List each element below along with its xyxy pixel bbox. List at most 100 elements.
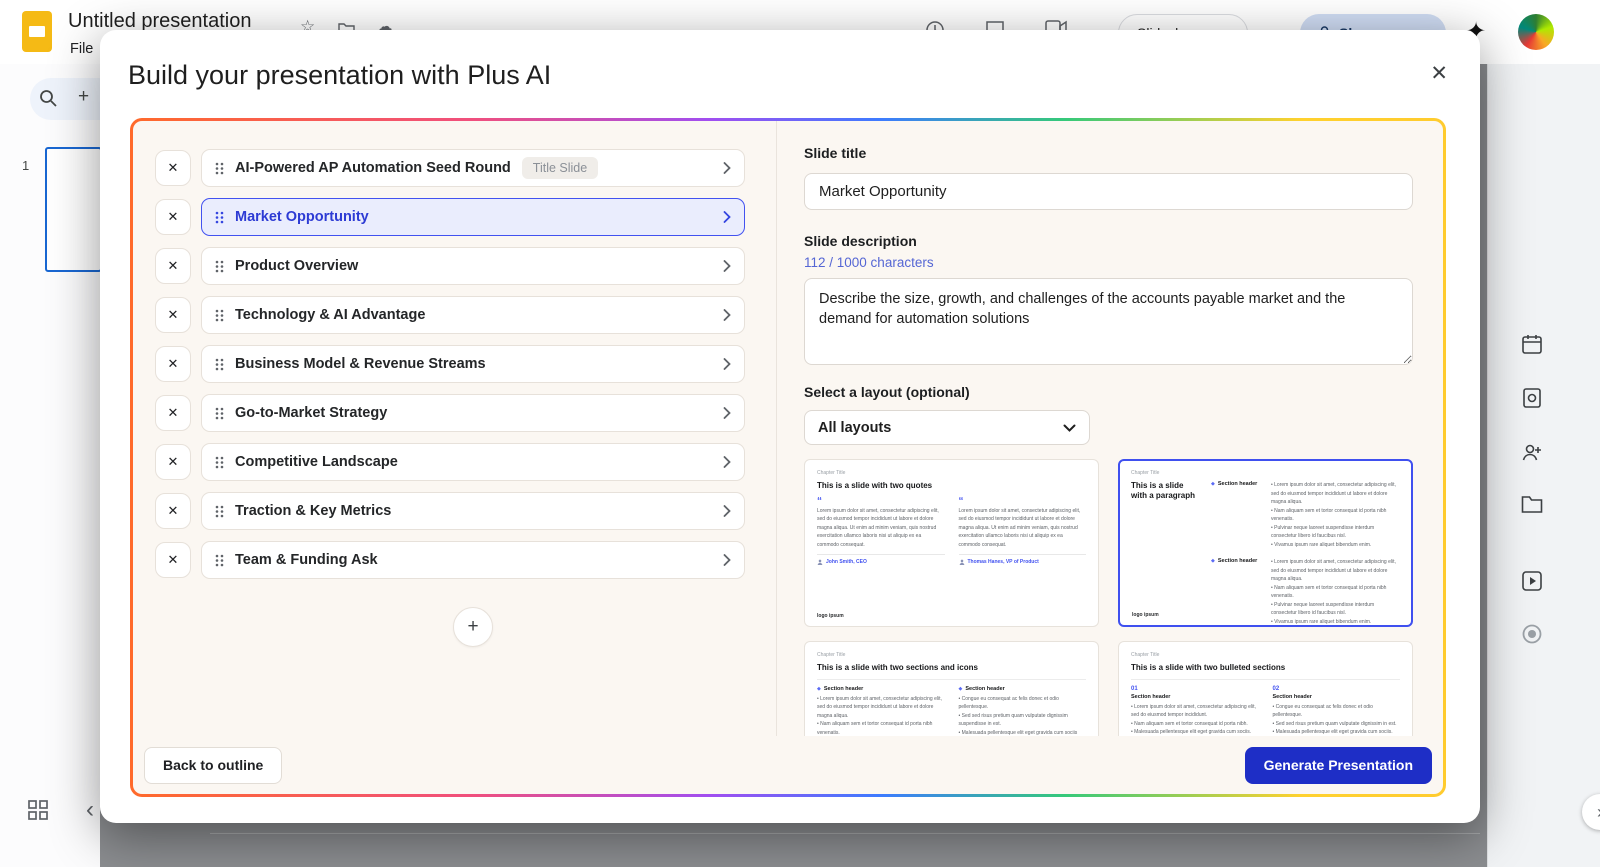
section-bullets: • Lorem ipsum dolor sit amet, consectetu… xyxy=(1271,559,1396,625)
paragraph-section: ◆ Section header • Lorem ipsum dolor sit … xyxy=(1211,481,1400,549)
person-icon xyxy=(817,559,823,566)
outline-item-technology-ai-advantage[interactable]: Technology & AI Advantage xyxy=(201,296,745,334)
drag-handle-icon[interactable] xyxy=(215,211,224,224)
outline-item-business-model[interactable]: Business Model & Revenue Streams xyxy=(201,345,745,383)
chapter-label: Chapter Title xyxy=(817,470,846,476)
chevron-right-icon[interactable] xyxy=(723,211,731,223)
layout-card-two-bulleted-sections[interactable]: Chapter Title This is a slide with two b… xyxy=(1118,641,1413,736)
drag-handle-icon[interactable] xyxy=(215,505,224,518)
chevron-right-icon[interactable] xyxy=(723,407,731,419)
grid-view-icon[interactable] xyxy=(28,800,48,825)
collapse-filmstrip-icon[interactable]: ‹ xyxy=(86,796,94,824)
slides-app-icon[interactable] xyxy=(22,11,52,52)
section-header: Section header xyxy=(1272,693,1312,700)
outline-row: ✕ Traction & Key Metrics xyxy=(155,492,776,530)
slide-detail-pane: Slide title Slide description 112 / 1000… xyxy=(777,121,1443,736)
outline-item-competitive-landscape[interactable]: Competitive Landscape xyxy=(201,443,745,481)
generate-presentation-button[interactable]: Generate Presentation xyxy=(1244,746,1432,784)
section-header: Section header xyxy=(1217,558,1258,564)
drag-handle-icon[interactable] xyxy=(215,162,224,175)
outline-item-product-overview[interactable]: Product Overview xyxy=(201,247,745,285)
outline-item-market-opportunity[interactable]: Market Opportunity xyxy=(201,198,745,236)
notes-divider[interactable] xyxy=(210,833,1480,834)
paragraph-section: ◆ Section header • Lorem ipsum dolor sit … xyxy=(1211,558,1400,625)
drag-handle-icon[interactable] xyxy=(215,456,224,469)
modal-close-icon[interactable]: ✕ xyxy=(1430,63,1448,84)
remove-slide-button[interactable]: ✕ xyxy=(155,542,191,578)
slide-thumbnail[interactable] xyxy=(45,147,102,272)
menu-file[interactable]: File xyxy=(70,41,93,57)
slides-app-icon-inner xyxy=(29,26,45,37)
outline-item-title-slide[interactable]: AI-Powered AP Automation Seed Round Titl… xyxy=(201,149,745,187)
outline-item-traction-metrics[interactable]: Traction & Key Metrics xyxy=(201,492,745,530)
chapter-label: Chapter Title xyxy=(1131,652,1160,658)
layout-card-paragraph[interactable]: Chapter Title This is a slide with a par… xyxy=(1118,459,1413,627)
chevron-right-icon[interactable] xyxy=(723,554,731,566)
layout-grid: Chapter Title This is a slide with two q… xyxy=(804,459,1413,736)
remove-slide-button[interactable]: ✕ xyxy=(155,395,191,431)
chevron-right-icon[interactable] xyxy=(723,358,731,370)
drag-handle-icon[interactable] xyxy=(215,407,224,420)
new-slide-plus-icon[interactable]: + xyxy=(78,86,89,108)
add-slide-button[interactable]: + xyxy=(453,607,493,647)
modal-title: Build your presentation with Plus AI xyxy=(128,60,552,90)
layout-card-title: This is a slide with two bulleted sectio… xyxy=(1131,663,1286,672)
section-diamond-icon: ◆ xyxy=(1211,481,1215,487)
account-avatar[interactable] xyxy=(1518,14,1554,50)
outline-row: ✕ Product Overview xyxy=(155,247,776,285)
remove-slide-button[interactable]: ✕ xyxy=(155,444,191,480)
character-count: 112 / 1000 characters xyxy=(804,255,934,270)
back-to-outline-button[interactable]: Back to outline xyxy=(144,746,283,784)
outline-item-label: AI-Powered AP Automation Seed Round xyxy=(235,160,511,176)
contacts-panel-icon[interactable] xyxy=(1521,441,1543,468)
remove-slide-button[interactable]: ✕ xyxy=(155,199,191,235)
drag-handle-icon[interactable] xyxy=(215,554,224,567)
chevron-right-icon[interactable] xyxy=(723,309,731,321)
remove-slide-button[interactable]: ✕ xyxy=(155,346,191,382)
quote-icon: “ xyxy=(958,495,964,507)
section-number: 02 xyxy=(1272,685,1280,692)
search-icon[interactable] xyxy=(38,88,58,113)
remove-slide-button[interactable]: ✕ xyxy=(155,297,191,333)
record-panel-icon[interactable] xyxy=(1521,623,1543,650)
drag-handle-icon[interactable] xyxy=(215,260,224,273)
person-icon xyxy=(959,559,964,566)
folder-panel-icon[interactable] xyxy=(1521,494,1543,519)
section-header: Section header xyxy=(1217,481,1258,487)
chevron-right-icon[interactable] xyxy=(723,162,731,174)
chevron-down-icon xyxy=(1063,424,1076,432)
layout-card-title: This is a slide with a paragraph xyxy=(1131,481,1196,500)
drag-handle-icon[interactable] xyxy=(215,309,224,322)
slide-number: 1 xyxy=(22,158,30,173)
section-bullets: • Congue eu consequat ac felis donec et … xyxy=(958,695,1078,736)
outline-row: ✕ Team & Funding Ask xyxy=(155,541,776,579)
layout-card-two-quotes[interactable]: Chapter Title This is a slide with two q… xyxy=(804,459,1099,627)
calendar-panel-icon[interactable] xyxy=(1521,334,1543,361)
slide-title-input[interactable] xyxy=(804,173,1413,210)
side-panel-rail xyxy=(1487,64,1600,867)
layout-dropdown[interactable]: All layouts xyxy=(804,410,1090,445)
outline-item-team-funding[interactable]: Team & Funding Ask xyxy=(201,541,745,579)
section-bullets: • Lorem ipsum dolor sit amet, consectetu… xyxy=(817,695,942,736)
quote-person-name: Thomas Hanes, VP of Product xyxy=(967,559,1039,566)
quote-text: Lorem ipsum dolor sit amet, consectetur … xyxy=(958,507,1081,548)
quote-attribution: Thomas Hanes, VP of Product xyxy=(959,559,1087,566)
remove-slide-button[interactable]: ✕ xyxy=(155,150,191,186)
section-bullets: • Lorem ipsum dolor sit amet, consectetu… xyxy=(1271,482,1396,548)
video-panel-icon[interactable] xyxy=(1521,570,1543,597)
quote-text: Lorem ipsum dolor sit amet, consectetur … xyxy=(817,507,939,548)
remove-slide-button[interactable]: ✕ xyxy=(155,248,191,284)
chevron-right-icon[interactable] xyxy=(723,505,731,517)
keep-panel-icon[interactable] xyxy=(1521,387,1543,414)
layout-card-title: This is a slide with two quotes xyxy=(817,481,933,490)
outline-row: ✕ Technology & AI Advantage xyxy=(155,296,776,334)
slide-description-input[interactable]: Describe the size, growth, and challenge… xyxy=(804,278,1413,365)
plus-ai-modal: Build your presentation with Plus AI ✕ ✕… xyxy=(100,30,1480,823)
outline-item-go-to-market[interactable]: Go-to-Market Strategy xyxy=(201,394,745,432)
remove-slide-button[interactable]: ✕ xyxy=(155,493,191,529)
chevron-right-icon[interactable] xyxy=(723,260,731,272)
layout-card-two-sections-icons[interactable]: Chapter Title This is a slide with two s… xyxy=(804,641,1099,736)
chevron-right-icon[interactable] xyxy=(723,456,731,468)
outline-item-label: Traction & Key Metrics xyxy=(235,503,392,519)
drag-handle-icon[interactable] xyxy=(215,358,224,371)
